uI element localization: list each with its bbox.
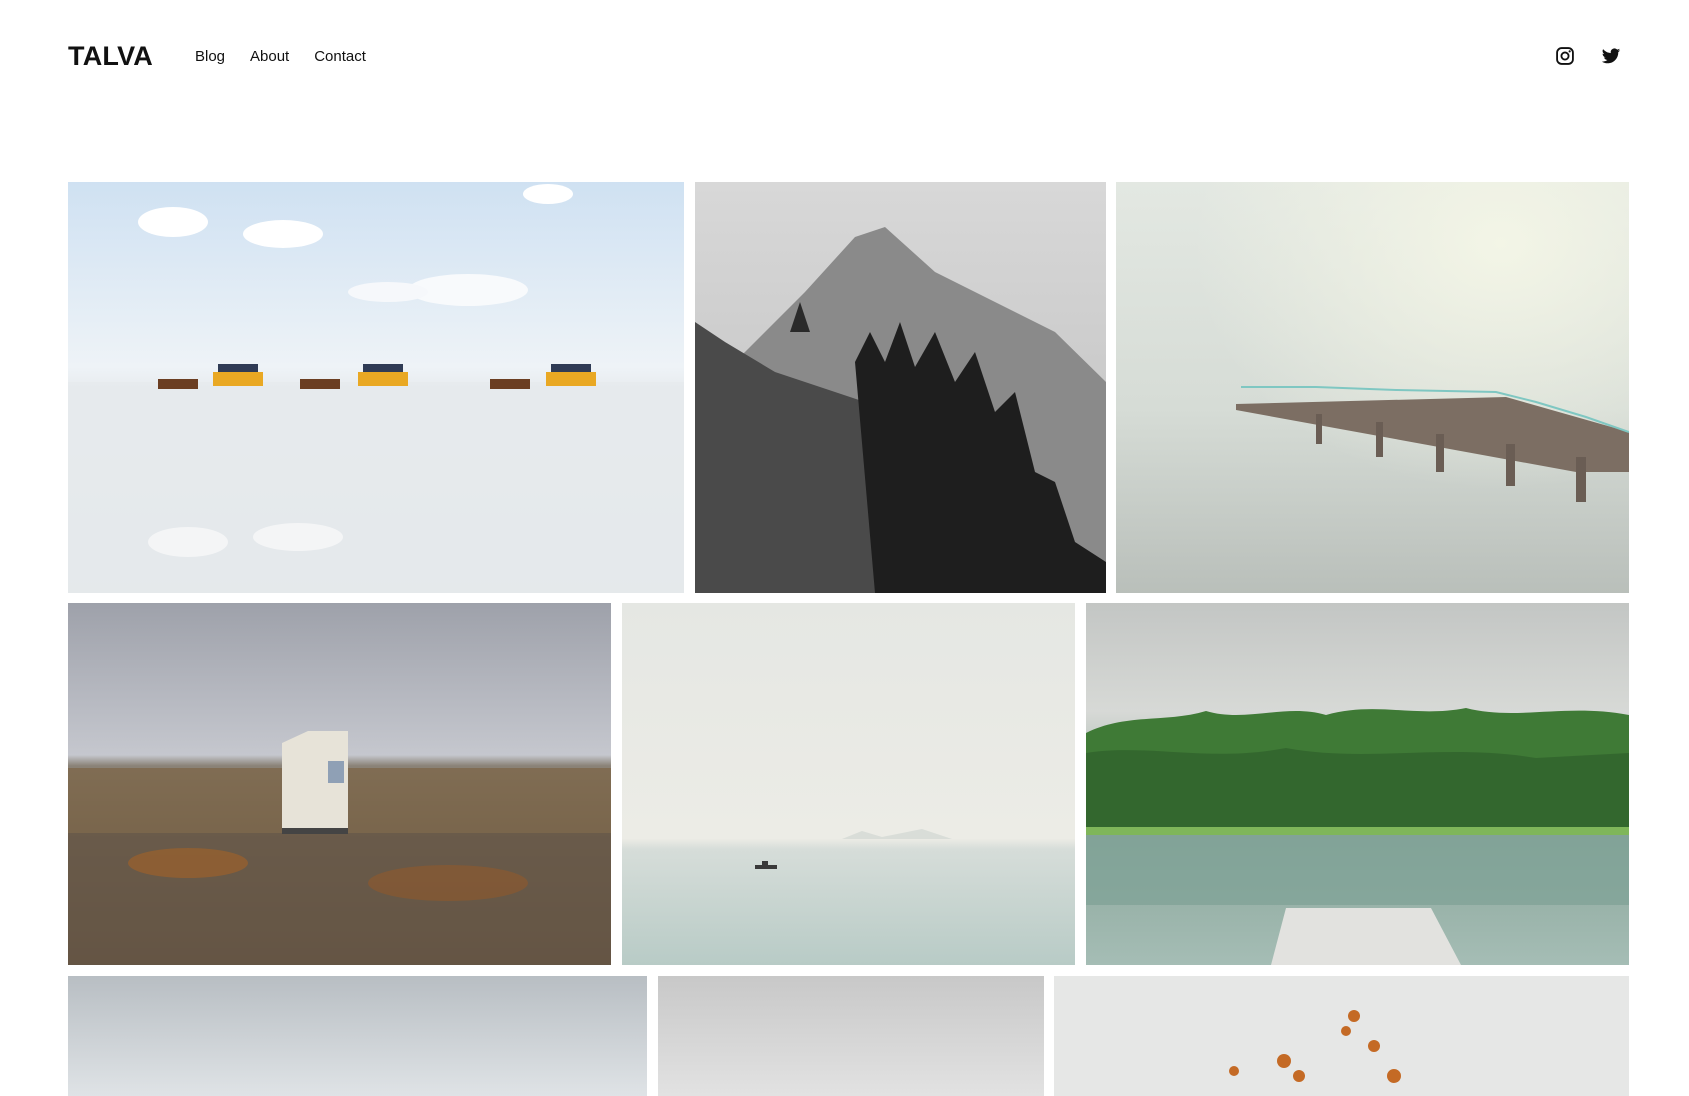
main-nav: Blog About Contact bbox=[195, 48, 366, 65]
photo-forest-lake[interactable] bbox=[1086, 603, 1629, 965]
photo-misty-pier[interactable] bbox=[1116, 182, 1629, 593]
nav-link-contact[interactable]: Contact bbox=[314, 48, 366, 65]
photo-horse-carriages[interactable] bbox=[68, 182, 684, 593]
site-header: TALVA Blog About Contact bbox=[68, 36, 1621, 76]
site-logo[interactable]: TALVA bbox=[68, 41, 153, 72]
twitter-icon[interactable] bbox=[1601, 46, 1621, 66]
photo-white-hut[interactable] bbox=[68, 603, 611, 965]
nav-link-about[interactable]: About bbox=[250, 48, 289, 65]
nav-link-blog[interactable]: Blog bbox=[195, 48, 225, 65]
photo-grey-misty[interactable] bbox=[658, 976, 1044, 1096]
photo-mountain-cliff[interactable] bbox=[695, 182, 1106, 593]
photo-overcast-landscape[interactable] bbox=[68, 976, 647, 1096]
instagram-icon[interactable] bbox=[1555, 46, 1575, 66]
photo-boat-sea[interactable] bbox=[622, 603, 1075, 965]
social-links bbox=[1555, 46, 1621, 66]
photo-autumn-branches[interactable] bbox=[1054, 976, 1629, 1096]
